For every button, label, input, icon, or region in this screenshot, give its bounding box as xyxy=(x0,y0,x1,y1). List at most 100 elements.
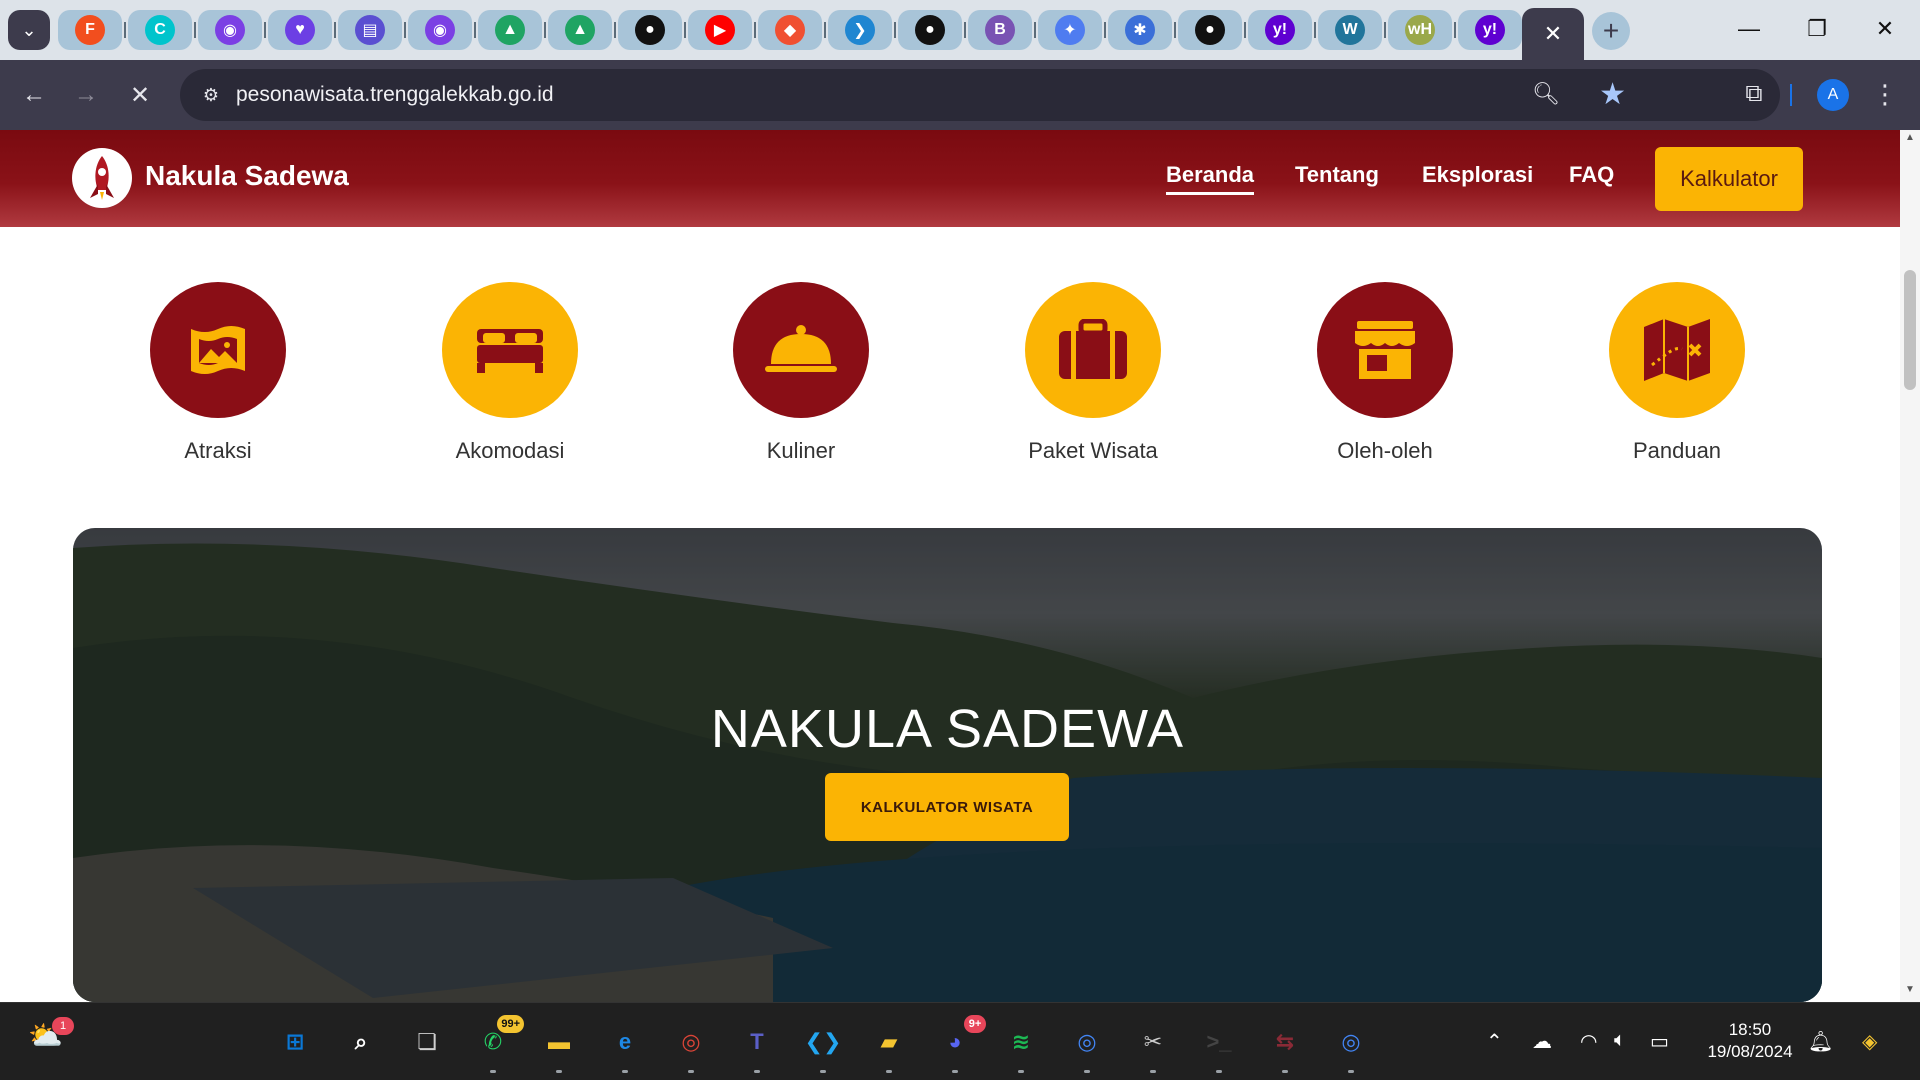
browser-tab[interactable]: ✦ xyxy=(1038,10,1106,50)
browser-tab[interactable]: ▲ xyxy=(478,10,546,50)
whatsapp-icon: ✆ xyxy=(483,1029,503,1054)
more-menu-icon[interactable]: ⋮ xyxy=(1870,76,1900,112)
category-label: Kuliner xyxy=(766,438,836,463)
nav-tentang[interactable]: Tentang xyxy=(1295,162,1379,188)
taskbar-app[interactable]: ✂ xyxy=(1132,1021,1174,1073)
wifi-icon[interactable]: ◠ xyxy=(1580,1029,1597,1054)
url-text[interactable]: pesonawisata.trenggalekkab.go.id xyxy=(236,83,554,107)
site-brand[interactable]: Nakula Sadewa xyxy=(145,160,349,192)
browser-tab[interactable]: ✱ xyxy=(1108,10,1176,50)
category-oleh-oleh[interactable]: Oleh-oleh xyxy=(1285,282,1485,464)
kalkulator-button[interactable]: Kalkulator xyxy=(1655,147,1803,211)
tab-strip: ⌄ F C ◉ ♥ ▤ ◉ ▲ ▲ ● ▶ ◆ ❯ ● B ✦ ✱ ● y! WwH y! ✕ + — ❐ ✕ xyxy=(0,0,1920,60)
nav-beranda[interactable]: Beranda xyxy=(1166,162,1255,195)
stop-loading-button[interactable]: ✕ xyxy=(120,75,160,115)
address-bar[interactable]: ⚙ pesonawisata.trenggalekkab.go.id 🔍︎ ★ xyxy=(180,69,1780,121)
browser-tab[interactable]: ▲ xyxy=(548,10,616,50)
scroll-up-icon[interactable]: ▲ xyxy=(1900,132,1920,148)
taskbar-app[interactable]: ≋ xyxy=(1000,1021,1042,1073)
browser-tab[interactable]: ▶ xyxy=(688,10,756,50)
tab-search-button[interactable]: ⌄ xyxy=(8,10,50,50)
category-label: Akomodasi xyxy=(455,438,565,463)
running-indicator xyxy=(1216,1070,1222,1073)
minimize-button[interactable]: — xyxy=(1724,14,1774,44)
suitcase-icon xyxy=(1059,319,1127,379)
nav-faq[interactable]: FAQ xyxy=(1569,162,1614,188)
notification-icon[interactable]: 🔔︎ xyxy=(1808,1029,1833,1054)
copilot-icon[interactable]: ◈ xyxy=(1862,1029,1877,1054)
taskbar-app[interactable]: ▬ xyxy=(538,1021,580,1073)
browser-tab[interactable]: F xyxy=(58,10,126,50)
taskbar-app[interactable]: ⇆ xyxy=(1264,1021,1306,1073)
scrollbar-thumb[interactable] xyxy=(1904,270,1916,390)
taskbar-app[interactable]: ⌕ xyxy=(340,1021,382,1063)
site-info-icon[interactable]: ⚙ xyxy=(198,82,224,108)
browser-tab[interactable]: ◉ xyxy=(198,10,266,50)
taskbar-app[interactable]: ❮❯ xyxy=(802,1021,844,1073)
active-tab[interactable]: ✕ xyxy=(1522,8,1584,60)
browser-tab[interactable]: ❯ xyxy=(828,10,896,50)
category-icon-circle xyxy=(1609,282,1745,418)
category-atraksi[interactable]: Atraksi xyxy=(118,282,318,464)
tab-separator xyxy=(124,22,126,38)
browser-tab[interactable]: ● xyxy=(1178,10,1246,50)
tab-separator xyxy=(684,22,686,38)
volume-icon[interactable]: 🔈︎ xyxy=(1614,1029,1626,1052)
nav-eksplorasi[interactable]: Eksplorasi xyxy=(1422,162,1533,188)
taskbar-app[interactable]: ⊞ xyxy=(274,1021,316,1063)
extensions-icon[interactable]: ⧉ xyxy=(1736,76,1772,112)
browser-tab[interactable]: ● xyxy=(618,10,686,50)
taskbar-app[interactable]: e xyxy=(604,1021,646,1073)
category-kuliner[interactable]: Kuliner xyxy=(701,282,901,464)
browser-tab[interactable]: ♥ xyxy=(268,10,336,50)
category-paket-wisata[interactable]: Paket Wisata xyxy=(993,282,1193,464)
category-panduan[interactable]: Panduan xyxy=(1577,282,1777,464)
clock-time: 18:50 xyxy=(1728,1020,1772,1039)
battery-icon[interactable]: ▭ xyxy=(1650,1029,1669,1054)
taskbar-app[interactable]: ◎ xyxy=(670,1021,712,1073)
taskbar-app[interactable]: T xyxy=(736,1021,778,1073)
onedrive-icon[interactable]: ☁ xyxy=(1532,1029,1552,1054)
restore-button[interactable]: ❐ xyxy=(1792,14,1842,44)
spotify-icon: ≋ xyxy=(1011,1029,1031,1054)
taskbar-app[interactable]: ◕ 9+ xyxy=(934,1015,986,1073)
chevron-down-icon: ⌄ xyxy=(21,19,37,40)
browser-tab[interactable]: y! xyxy=(1458,10,1526,50)
kalkulator-wisata-button[interactable]: KALKULATOR WISATA xyxy=(825,773,1069,841)
back-button[interactable]: ← xyxy=(14,75,54,115)
taskbar-app[interactable]: ◎ xyxy=(1066,1021,1108,1073)
profile-avatar[interactable]: A xyxy=(1817,79,1849,111)
category-akomodasi[interactable]: Akomodasi xyxy=(410,282,610,464)
browser-tab[interactable]: ◆ xyxy=(758,10,826,50)
new-tab-button[interactable]: + xyxy=(1592,12,1630,50)
github-icon: ● xyxy=(635,15,665,45)
close-window-button[interactable]: ✕ xyxy=(1860,14,1910,44)
browser-tab[interactable]: y! xyxy=(1248,10,1316,50)
zoom-icon[interactable]: 🔍︎ xyxy=(1532,81,1560,107)
edge-icon: e xyxy=(618,1029,632,1054)
taskbar-app[interactable]: ▰ xyxy=(868,1021,910,1073)
browser-tab[interactable]: W xyxy=(1318,10,1386,50)
site-logo[interactable] xyxy=(72,148,132,208)
taskbar-app[interactable]: ✆ 99+ xyxy=(472,1015,524,1073)
taskbar-app[interactable]: ◎ xyxy=(1330,1021,1372,1073)
browser-tab[interactable]: B xyxy=(968,10,1036,50)
taskbar-app[interactable]: >_ xyxy=(1198,1021,1240,1073)
close-icon[interactable]: ✕ xyxy=(1544,21,1562,47)
site-navbar: Nakula Sadewa Beranda Tentang Eksplorasi… xyxy=(0,130,1900,227)
browser-tab[interactable]: C xyxy=(128,10,196,50)
weather-widget[interactable]: ⛅ 1 xyxy=(28,1017,74,1063)
page-scrollbar[interactable]: ▲ ▼ xyxy=(1900,130,1920,1002)
scroll-down-icon[interactable]: ▼ xyxy=(1900,984,1920,1000)
taskbar-clock[interactable]: 18:50 19/08/2024 xyxy=(1700,1019,1800,1063)
browser-tab[interactable]: ● xyxy=(898,10,966,50)
tab-separator xyxy=(334,22,336,38)
browser-tab[interactable]: wH xyxy=(1388,10,1456,50)
tray-overflow-icon[interactable]: ⌃ xyxy=(1486,1029,1503,1054)
bookmark-star-icon[interactable]: ★ xyxy=(1599,77,1626,112)
browser-tab[interactable]: ▤ xyxy=(338,10,406,50)
forward-button[interactable]: → xyxy=(66,75,106,115)
browser-tab[interactable]: ◉ xyxy=(408,10,476,50)
chatbot-icon: ◉ xyxy=(425,15,455,45)
taskbar-app[interactable]: ❏ xyxy=(406,1021,448,1063)
